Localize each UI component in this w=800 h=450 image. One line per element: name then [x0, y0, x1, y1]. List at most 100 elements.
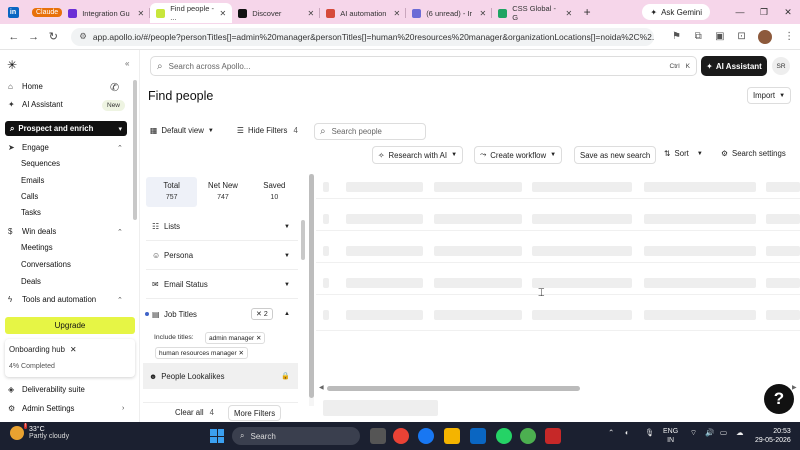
nav-engage[interactable]: ➤ Engage	[8, 143, 49, 152]
onboarding-hub-card[interactable]: Onboarding hub ✕ 4% Completed	[5, 339, 135, 377]
ask-gemini-button[interactable]: ✦ Ask Gemini	[642, 4, 710, 20]
filter-scrollbar[interactable]	[301, 220, 305, 260]
horizontal-scrollbar[interactable]	[327, 386, 580, 391]
tab-net-new[interactable]: Net New 747	[197, 177, 248, 207]
profile-avatar-icon[interactable]	[758, 29, 773, 44]
nav-admin-settings[interactable]: ⚙ Admin Settings	[8, 404, 74, 413]
forward-arrow-icon[interactable]: →	[24, 31, 44, 43]
tab-find-people[interactable]: Find people - ... ✕	[150, 3, 233, 23]
nav-scrollbar[interactable]	[133, 80, 137, 220]
tab-css-global[interactable]: CSS Global - G ✕	[492, 3, 578, 23]
hide-filters-button[interactable]: ☰ Hide Filters 4	[237, 126, 298, 135]
phone-icon[interactable]: ✆	[110, 81, 119, 94]
research-ai-button[interactable]: ✧ Research with AI ▼	[372, 146, 464, 164]
filter-lists[interactable]: ☷ Lists ▼	[146, 213, 298, 241]
filter-job-titles[interactable]: ▤ Job Titles ▲	[146, 300, 298, 328]
site-info-icon[interactable]: ⚙	[79, 31, 87, 42]
language-indicator[interactable]: ENG IN	[663, 427, 678, 445]
scroll-right-icon[interactable]: ▶	[792, 384, 797, 391]
nav-win-deals[interactable]: $ Win deals	[8, 227, 56, 236]
title-chip[interactable]: admin manager ✕	[205, 332, 266, 344]
filter-email-status[interactable]: ✉ Email Status ▼	[146, 271, 298, 299]
battery-icon[interactable]: ▭	[720, 428, 727, 437]
tab-group-label[interactable]: Claude	[32, 7, 63, 17]
snipping-tool-icon[interactable]	[545, 428, 561, 444]
filter-people-lookalikes[interactable]: ☻ People Lookalikes 🔒	[143, 363, 298, 389]
wifi-icon[interactable]: ⌔	[690, 428, 697, 438]
new-tab-plus-icon[interactable]: +	[578, 5, 596, 19]
apollo-logo-icon[interactable]: ✳	[7, 58, 17, 72]
upgrade-button[interactable]: Upgrade	[5, 317, 135, 334]
file-manager-icon[interactable]	[370, 428, 386, 444]
results-scrollbar[interactable]	[309, 174, 314, 398]
close-icon[interactable]: ✕	[475, 9, 486, 18]
filter-persona[interactable]: ☺ Persona ▼	[146, 242, 298, 270]
close-icon[interactable]: ✕	[215, 9, 226, 18]
chrome-icon[interactable]	[393, 428, 409, 444]
nav-sequences[interactable]: Sequences	[21, 159, 60, 168]
title-chip[interactable]: human resources manager ✕	[155, 347, 248, 359]
nav-meetings[interactable]: Meetings	[21, 243, 53, 252]
cast-icon[interactable]: ⊡	[731, 31, 753, 42]
chevron-right-icon[interactable]: ›	[122, 405, 124, 412]
window-close-icon[interactable]: ✕	[776, 7, 800, 18]
cloud-icon[interactable]: ☁	[736, 428, 744, 437]
puzzle-extensions-icon[interactable]: ⧉	[687, 31, 709, 42]
tab-mail[interactable]: (6 unread) - Ir ✕	[406, 3, 493, 23]
close-icon[interactable]: ✕	[133, 9, 144, 18]
tab-total[interactable]: Total 757	[146, 177, 198, 207]
nav-tools-automation[interactable]: ϟ Tools and automation	[8, 295, 96, 304]
tray-chevron-icon[interactable]: ⌃	[608, 428, 614, 437]
close-icon[interactable]: ✕	[70, 345, 77, 354]
tab-ai-automation[interactable]: AI automation ✕	[320, 3, 407, 23]
chrome-profile-icon[interactable]	[520, 428, 536, 444]
mic-icon[interactable]: 🎙	[645, 428, 655, 437]
nav-prospect-enrich[interactable]: ⌕ Prospect and enrich ▾	[5, 121, 127, 136]
close-icon[interactable]: ✕	[561, 9, 572, 18]
default-view-button[interactable]: ▦ Default view ▼	[150, 126, 214, 135]
tab-saved[interactable]: Saved 10	[249, 177, 300, 207]
chevron-up-icon[interactable]: ⌃	[117, 144, 123, 152]
facebook-icon[interactable]	[418, 428, 434, 444]
collapse-sidebar-icon[interactable]: «	[125, 59, 129, 68]
nav-tasks[interactable]: Tasks	[21, 208, 41, 217]
job-titles-count-badge[interactable]: ✕ 2	[251, 308, 273, 320]
import-button[interactable]: Import ▼	[747, 87, 791, 104]
global-search-input[interactable]: ⌕ Search across Apollo... Ctrl K	[150, 56, 697, 76]
create-workflow-button[interactable]: ⤳ Create workflow ▼	[474, 146, 563, 164]
tab-integration[interactable]: Integration Gu ✕	[62, 3, 151, 23]
search-settings-button[interactable]: ⚙ Search settings	[721, 149, 786, 158]
chevron-up-icon[interactable]: ⌃	[117, 228, 123, 236]
restore-icon[interactable]: ❐	[752, 7, 776, 18]
folder-icon[interactable]	[444, 428, 460, 444]
linkedin-pinned-tab[interactable]: in	[0, 0, 26, 24]
nav-ai-assistant[interactable]: ✦ AI Assistant	[8, 100, 63, 109]
clear-all-button[interactable]: Clear all 4	[175, 408, 214, 417]
close-icon[interactable]: ✕	[389, 9, 400, 18]
close-icon[interactable]: ✕	[239, 350, 244, 357]
linkedin-icon[interactable]	[470, 428, 486, 444]
reload-icon[interactable]: ↻	[43, 30, 63, 43]
nav-home[interactable]: ⌂ Home	[8, 82, 43, 91]
help-button[interactable]: ?	[764, 384, 794, 414]
nav-deals[interactable]: Deals	[21, 277, 41, 286]
windows-start-icon[interactable]	[210, 429, 224, 443]
browser-menu-icon[interactable]: ⋮	[778, 31, 800, 42]
nav-calls[interactable]: Calls	[21, 192, 38, 201]
taskbar-search[interactable]: ⌕ Search	[232, 427, 360, 445]
tab-discover[interactable]: Discover ✕	[232, 3, 321, 23]
scroll-left-icon[interactable]: ◀	[319, 384, 324, 391]
save-search-button[interactable]: Save as new search	[574, 146, 657, 164]
tray-app-icon[interactable]: ◐	[625, 428, 630, 437]
whatsapp-icon[interactable]	[496, 428, 512, 444]
back-arrow-icon[interactable]: ←	[4, 31, 24, 43]
chevron-up-icon[interactable]: ⌃	[117, 296, 123, 304]
nav-conversations[interactable]: Conversations	[21, 260, 71, 269]
nav-deliverability[interactable]: ◈ Deliverability suite	[8, 385, 85, 394]
sidepanel-icon[interactable]: ▣	[709, 31, 731, 42]
close-icon[interactable]: ✕	[303, 9, 314, 18]
more-filters-button[interactable]: More Filters	[228, 405, 282, 421]
nav-emails[interactable]: Emails	[21, 176, 44, 185]
avatar[interactable]: SR	[772, 57, 790, 75]
minimize-icon[interactable]: —	[728, 7, 752, 17]
